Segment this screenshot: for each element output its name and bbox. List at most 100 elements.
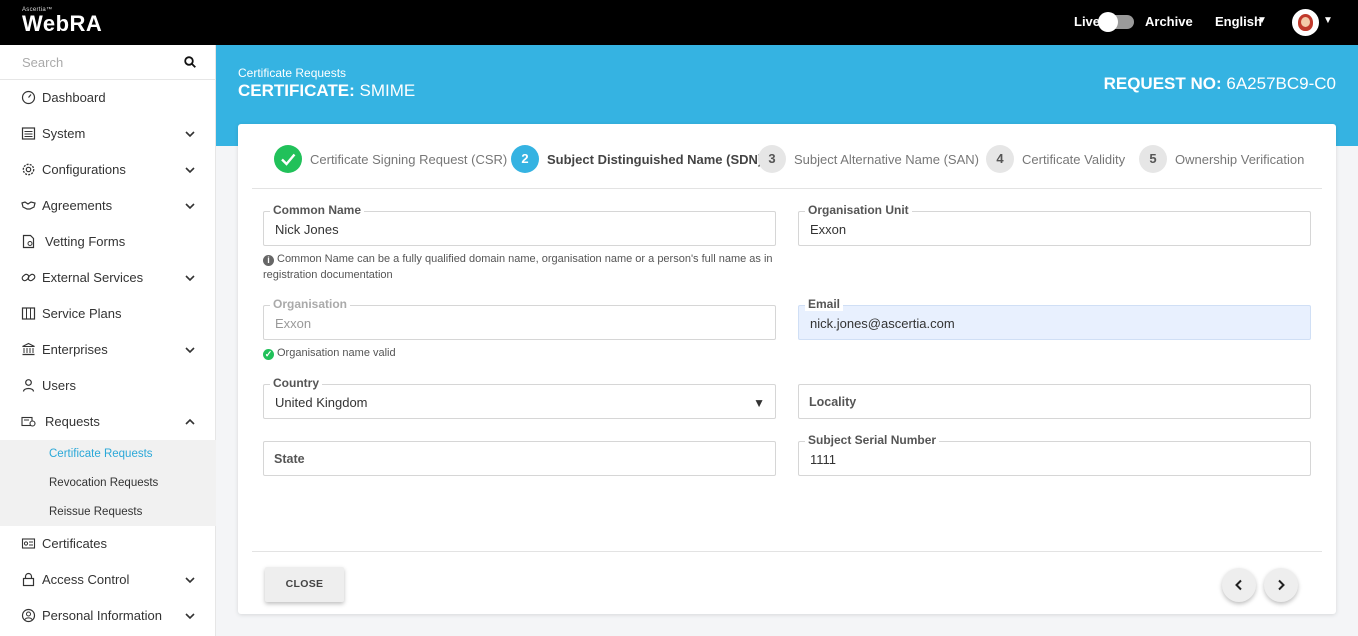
sidebar-item-label: Agreements bbox=[42, 198, 113, 213]
dropdown-arrow-icon[interactable]: ▼ bbox=[753, 396, 765, 410]
common-name-input[interactable]: Nick Jones bbox=[275, 222, 339, 237]
sidebar-item-access-control[interactable]: Access Control bbox=[0, 562, 216, 598]
common-name-hint: i Common Name can be a fully qualified do… bbox=[263, 251, 783, 283]
hint-text: Common Name can be a fully qualified dom… bbox=[263, 253, 773, 281]
sidebar-item-agreements[interactable]: Agreements bbox=[0, 188, 216, 224]
sidebar-subitem-reissue-requests[interactable]: Reissue Requests bbox=[49, 506, 142, 518]
country-select[interactable]: Country United Kingdom ▼ bbox=[263, 376, 776, 419]
sidebar-item-requests[interactable]: Requests bbox=[0, 404, 216, 440]
locality-field[interactable]: Locality bbox=[798, 384, 1311, 419]
app-logo[interactable]: Ascertia™ WebRA bbox=[22, 7, 102, 36]
user-avatar[interactable] bbox=[1292, 9, 1319, 36]
step-label: Subject Alternative Name (SAN) bbox=[794, 152, 979, 167]
sidebar-search[interactable]: Search bbox=[0, 45, 216, 80]
state-input[interactable]: State bbox=[274, 452, 305, 466]
common-name-field[interactable]: Common Name Nick Jones bbox=[263, 203, 776, 246]
sidebar-item-label: Dashboard bbox=[42, 90, 106, 105]
sidebar-item-configurations[interactable]: Configurations bbox=[0, 152, 216, 188]
requests-submenu: Certificate Requests Revocation Requests… bbox=[0, 440, 216, 526]
organisation-unit-field[interactable]: Organisation Unit Exxon bbox=[798, 203, 1311, 246]
sidebar-subitem-revocation-requests[interactable]: Revocation Requests bbox=[49, 477, 158, 489]
email-field[interactable]: Email nick.jones@ascertia.com bbox=[798, 297, 1311, 340]
sidebar-item-label: System bbox=[42, 126, 86, 141]
check-circle-icon: ✓ bbox=[263, 349, 274, 360]
system-icon bbox=[21, 127, 36, 140]
sidebar-item-label: External Services bbox=[42, 270, 144, 285]
field-label: Country bbox=[270, 376, 322, 390]
step-number: 2 bbox=[511, 145, 539, 173]
organisation-unit-input[interactable]: Exxon bbox=[810, 222, 846, 237]
close-button[interactable]: CLOSE bbox=[265, 567, 344, 602]
dashboard-icon bbox=[21, 90, 36, 105]
sidebar-item-label: Configurations bbox=[42, 162, 126, 177]
sidebar-item-system[interactable]: System bbox=[0, 116, 216, 152]
step-number: 5 bbox=[1139, 145, 1167, 173]
search-icon[interactable] bbox=[184, 56, 196, 68]
certificate-icon bbox=[21, 538, 36, 549]
field-label: Subject Serial Number bbox=[805, 433, 940, 447]
live-archive-toggle[interactable] bbox=[1098, 12, 1134, 32]
sidebar-item-users[interactable]: Users bbox=[0, 368, 216, 404]
brand-name: WebRA bbox=[22, 11, 103, 36]
organisation-valid-hint: ✓ Organisation name valid bbox=[263, 345, 396, 361]
sidebar-item-external-services[interactable]: External Services bbox=[0, 260, 216, 296]
title-value: SMIME bbox=[359, 81, 416, 100]
sidebar-item-vetting-forms[interactable]: Vetting Forms bbox=[0, 224, 216, 260]
language-selector[interactable]: English bbox=[1215, 14, 1262, 29]
organisation-field: Organisation Exxon bbox=[263, 297, 776, 340]
sidebar-item-label: Service Plans bbox=[42, 306, 122, 321]
lock-icon bbox=[22, 572, 35, 587]
sidebar-item-enterprises[interactable]: Enterprises bbox=[0, 332, 216, 368]
sidebar-subitem-certificate-requests[interactable]: Certificate Requests bbox=[49, 448, 153, 460]
step-number: 4 bbox=[986, 145, 1014, 173]
form-icon bbox=[22, 234, 35, 249]
chevron-down-icon bbox=[185, 203, 195, 210]
chevron-right-icon bbox=[1278, 579, 1285, 591]
sidebar: Search Dashboard System Configurations A… bbox=[0, 45, 216, 636]
breadcrumb[interactable]: Certificate Requests bbox=[238, 66, 346, 80]
sidebar-item-dashboard[interactable]: Dashboard bbox=[0, 80, 216, 116]
live-label: Live bbox=[1074, 14, 1101, 29]
request-value: 6A257BC9-C0 bbox=[1226, 74, 1336, 93]
sidebar-item-service-plans[interactable]: Service Plans bbox=[0, 296, 216, 332]
footer-divider bbox=[252, 551, 1322, 552]
chevron-left-icon bbox=[1235, 579, 1242, 591]
field-label: Email bbox=[805, 297, 844, 311]
sidebar-item-label: Access Control bbox=[42, 572, 130, 587]
request-prefix: REQUEST NO: bbox=[1103, 74, 1222, 93]
previous-step-button[interactable] bbox=[1222, 568, 1256, 602]
next-step-button[interactable] bbox=[1264, 568, 1298, 602]
step-complete-icon bbox=[274, 145, 302, 173]
wizard-stepper: Certificate Signing Request (CSR) 2 Subj… bbox=[252, 124, 1322, 189]
sidebar-item-label: Users bbox=[42, 378, 76, 393]
chevron-down-icon bbox=[185, 577, 195, 584]
info-icon: i bbox=[263, 255, 274, 266]
subject-serial-number-input[interactable]: 1111 bbox=[810, 452, 836, 467]
bank-icon bbox=[22, 342, 35, 356]
sidebar-item-label: Requests bbox=[45, 414, 100, 429]
sidebar-item-personal-information[interactable]: Personal Information bbox=[0, 598, 216, 634]
search-input[interactable]: Search bbox=[22, 55, 63, 70]
sidebar-item-certificates[interactable]: Certificates bbox=[0, 526, 216, 562]
email-input[interactable]: nick.jones@ascertia.com bbox=[810, 316, 955, 331]
locality-input[interactable]: Locality bbox=[809, 395, 856, 409]
chevron-up-icon bbox=[185, 418, 195, 425]
field-label: Organisation Unit bbox=[805, 203, 912, 217]
person-icon bbox=[21, 608, 36, 623]
request-number: REQUEST NO: 6A257BC9-C0 bbox=[1104, 74, 1336, 94]
chevron-down-icon bbox=[185, 613, 195, 620]
handshake-icon bbox=[21, 201, 36, 210]
subject-serial-number-field[interactable]: Subject Serial Number 1111 bbox=[798, 433, 1311, 476]
chevron-down-icon bbox=[185, 347, 195, 354]
chevron-down-icon bbox=[185, 275, 195, 282]
country-value[interactable]: United Kingdom bbox=[275, 395, 368, 410]
chevron-down-icon bbox=[185, 131, 195, 138]
archive-label: Archive bbox=[1145, 14, 1193, 29]
caret-down-icon[interactable]: ▼ bbox=[1257, 15, 1267, 26]
step-label: Certificate Validity bbox=[1022, 152, 1126, 167]
caret-down-icon[interactable]: ▼ bbox=[1323, 15, 1333, 26]
state-field[interactable]: State bbox=[263, 441, 776, 476]
link-icon bbox=[21, 273, 36, 282]
user-icon bbox=[22, 379, 35, 392]
toggle-knob bbox=[1098, 12, 1118, 32]
